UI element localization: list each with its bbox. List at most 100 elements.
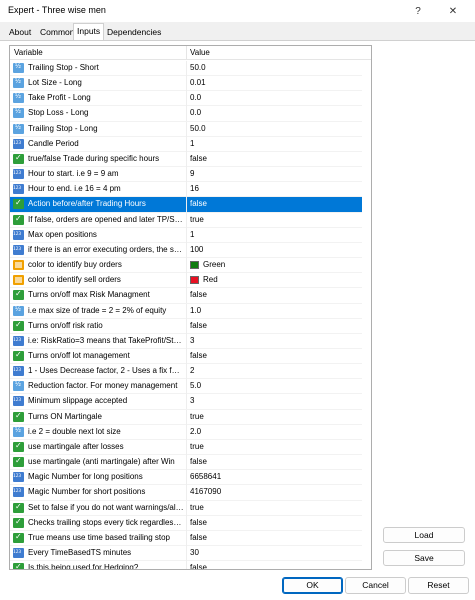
tab-inputs[interactable]: Inputs — [73, 23, 105, 41]
table-row[interactable]: Turns on/off lot management false — [10, 348, 362, 365]
column-divider — [186, 106, 187, 122]
column-divider — [186, 394, 187, 410]
table-row[interactable]: Minimum slippage accepted 3 — [10, 394, 362, 410]
table-row[interactable]: Action before/after Trading Hours false — [10, 197, 362, 213]
header-variable[interactable]: Variable — [14, 48, 43, 57]
variable-value[interactable]: 3 — [190, 396, 194, 405]
variable-value[interactable]: 1 — [190, 139, 194, 148]
integer-icon — [13, 229, 24, 240]
table-row[interactable]: Magic Number for long positions 6658641 — [10, 470, 362, 486]
table-row[interactable]: Trailing Stop - Short 50.0 — [10, 61, 362, 77]
tab-about[interactable]: About — [6, 25, 34, 40]
variable-value[interactable]: 0.0 — [190, 108, 201, 117]
variable-value[interactable]: false — [190, 199, 207, 208]
help-icon[interactable]: ? — [403, 0, 433, 22]
variable-value[interactable]: false — [190, 321, 207, 330]
window-title: Expert - Three wise men — [8, 5, 106, 15]
table-row[interactable]: color to identify sell orders Red — [10, 273, 362, 289]
table-row[interactable]: Every TimeBasedTS minutes 30 — [10, 546, 362, 562]
table-row[interactable]: Lot Size - Long 0.01 — [10, 76, 362, 92]
variable-value[interactable]: false — [190, 457, 207, 466]
variable-value[interactable]: true — [190, 503, 204, 512]
table-row[interactable]: i.e max size of trade = 2 = 2% of equity… — [10, 303, 362, 319]
color-swatch[interactable] — [190, 276, 199, 285]
vertical-scrollbar[interactable]: ▲ ▼ — [371, 61, 372, 570]
variable-name: Turns on/off risk ratio — [28, 320, 103, 330]
table-row[interactable]: Turns on/off max Risk Managment false — [10, 288, 362, 304]
table-row[interactable]: Is this being used for Hedging? false — [10, 561, 362, 569]
variable-value[interactable]: Red — [203, 275, 218, 284]
table-row[interactable]: Turns on/off risk ratio false — [10, 318, 362, 334]
variable-value[interactable]: false — [190, 563, 207, 569]
color-swatch[interactable] — [190, 261, 199, 270]
tab-common[interactable]: Common — [37, 25, 77, 40]
table-row[interactable]: Turns ON Martingale true — [10, 409, 362, 425]
table-row[interactable]: if there is an error executing orders, t… — [10, 242, 362, 259]
integer-icon — [13, 335, 24, 346]
table-row[interactable]: Set to false if you do not want warnings… — [10, 500, 362, 516]
variable-value[interactable]: 5.0 — [190, 381, 201, 390]
variable-value[interactable]: false — [190, 154, 207, 163]
table-row[interactable]: i.e 2 = double next lot size 2.0 — [10, 424, 362, 440]
table-row[interactable]: i.e: RiskRatio=3 means that TakeProfit/S… — [10, 333, 362, 349]
variable-value[interactable]: false — [190, 351, 207, 360]
table-row[interactable]: Stop Loss - Long 0.0 — [10, 106, 362, 122]
variable-name: Trailing Stop - Long — [28, 123, 98, 133]
column-divider — [186, 167, 187, 183]
table-row[interactable]: Hour to start. i.e 9 = 9 am 9 — [10, 167, 362, 183]
table-row[interactable]: use martingale (anti martingale) after W… — [10, 455, 362, 471]
header-value[interactable]: Value — [190, 48, 210, 57]
table-row[interactable]: Candle Period 1 — [10, 136, 362, 152]
variable-value[interactable]: true — [190, 442, 204, 451]
variable-value[interactable]: 0.01 — [190, 78, 206, 87]
table-row[interactable]: Max open positions 1 — [10, 227, 362, 243]
load-button[interactable]: Load — [383, 527, 465, 543]
variable-value[interactable]: 2 — [190, 366, 194, 375]
table-row[interactable]: color to identify buy orders Green — [10, 258, 362, 274]
save-button[interactable]: Save — [383, 550, 465, 566]
cancel-button[interactable]: Cancel — [345, 577, 406, 594]
integer-icon — [13, 396, 24, 407]
variable-value[interactable]: 16 — [190, 184, 199, 193]
table-row[interactable]: use martingale after losses true — [10, 439, 362, 456]
variable-value[interactable]: 50.0 — [190, 124, 206, 133]
table-row[interactable]: Take Profit - Long 0.0 — [10, 91, 362, 107]
variable-value[interactable]: 4167090 — [190, 487, 221, 496]
ok-button[interactable]: OK — [282, 577, 343, 594]
table-row[interactable]: 1 - Uses Decrease factor, 2 - Uses a fix… — [10, 364, 362, 380]
tab-dependencies[interactable]: Dependencies — [104, 25, 164, 40]
close-icon[interactable]: ✕ — [438, 0, 468, 22]
bool-icon — [13, 198, 24, 210]
table-row[interactable]: Reduction factor. For money management 5.… — [10, 379, 362, 395]
color-icon — [13, 275, 24, 286]
header-divider[interactable] — [186, 46, 187, 60]
table-row[interactable]: If false, orders are opened and later TP… — [10, 212, 362, 228]
variable-value[interactable]: 9 — [190, 169, 194, 178]
variable-value[interactable]: false — [190, 290, 207, 299]
variable-value[interactable]: false — [190, 533, 207, 542]
variable-value[interactable]: true — [190, 215, 204, 224]
variable-value[interactable]: 0.0 — [190, 93, 201, 102]
inputs-grid: Variable Value Trailing Stop - Short 50.0… — [9, 45, 372, 570]
table-row[interactable]: True means use time based trailing stop f… — [10, 530, 362, 546]
variable-value[interactable]: 2.0 — [190, 427, 201, 436]
variable-value[interactable]: 1.0 — [190, 306, 201, 315]
table-row[interactable]: Trailing Stop - Long 50.0 — [10, 121, 362, 137]
variable-value[interactable]: false — [190, 518, 207, 527]
column-divider — [186, 303, 187, 319]
variable-value[interactable]: 1 — [190, 230, 194, 239]
variable-value[interactable]: 3 — [190, 336, 194, 345]
table-row[interactable]: Magic Number for short positions 4167090 — [10, 485, 362, 501]
variable-value[interactable]: 50.0 — [190, 63, 206, 72]
table-row[interactable]: true/false Trade during specific hours fa… — [10, 151, 362, 168]
variable-value[interactable]: 30 — [190, 548, 199, 557]
reset-button[interactable]: Reset — [408, 577, 469, 594]
variable-value[interactable]: 100 — [190, 245, 203, 254]
bool-icon — [13, 214, 24, 225]
table-row[interactable]: Checks trailing stops every tick regardl… — [10, 515, 362, 531]
table-row[interactable]: Hour to end. i.e 16 = 4 pm 16 — [10, 182, 362, 198]
variable-value[interactable]: true — [190, 412, 204, 421]
variable-value[interactable]: 6658641 — [190, 472, 221, 481]
variable-value[interactable]: Green — [203, 260, 225, 269]
variable-name: Turns on/off lot management — [28, 350, 130, 360]
